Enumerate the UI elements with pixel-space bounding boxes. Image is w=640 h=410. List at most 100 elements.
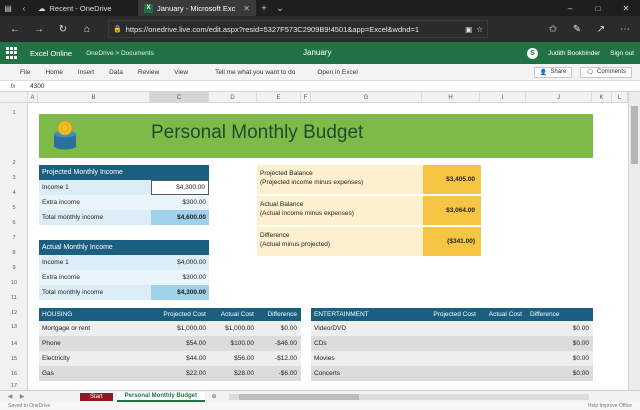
difference-value[interactable]: ($341.00)	[423, 227, 481, 256]
column-header[interactable]: D	[209, 92, 257, 103]
app-name[interactable]: Excel Online	[30, 49, 72, 58]
next-sheet-icon[interactable]: ▶	[18, 393, 26, 400]
forward-arrow-icon[interactable]: →	[28, 19, 50, 39]
formula-input[interactable]: 4300	[26, 83, 44, 90]
table-row[interactable]: CDs $0.00	[311, 336, 593, 351]
close-tab-icon[interactable]: ✕	[243, 4, 250, 13]
difference-label[interactable]: Difference (Actual minus projected)	[257, 227, 423, 256]
select-all-corner[interactable]	[0, 92, 28, 103]
row-header[interactable]: 15	[0, 348, 28, 363]
column-header[interactable]: H	[422, 92, 480, 103]
sheet-tab-start[interactable]: Start	[80, 392, 113, 401]
row-header[interactable]: 8	[0, 242, 28, 257]
maximize-icon[interactable]: □	[584, 0, 612, 16]
help-improve-link[interactable]: Help Improve Office	[588, 403, 632, 409]
row-header[interactable]: 5	[0, 197, 28, 212]
open-in-excel-button[interactable]: Open in Excel	[317, 69, 357, 76]
menu-data[interactable]: Data	[109, 69, 123, 76]
breadcrumb[interactable]: OneDrive > Documents	[86, 50, 154, 57]
table-row[interactable]: Income 1 $4,000.00	[39, 255, 209, 270]
horizontal-scrollbar[interactable]	[229, 393, 590, 400]
worksheet-grid[interactable]: A B C D E F G H I J K L 1 2 3 4 5 6 7 8 …	[0, 92, 628, 390]
table-row[interactable]: Total monthly income $4,300.00	[39, 285, 209, 300]
menu-home[interactable]: Home	[45, 69, 62, 76]
table-row[interactable]: Extra income $300.00	[39, 195, 209, 210]
column-header[interactable]: C	[150, 92, 209, 103]
add-sheet-icon[interactable]: ⊕	[209, 393, 219, 400]
row-value[interactable]: $300.00	[151, 270, 209, 285]
table-row[interactable]: Total monthly income $4,600.00	[39, 210, 209, 225]
more-menu-icon[interactable]: ⋯	[614, 19, 636, 39]
column-header[interactable]: E	[257, 92, 301, 103]
actual-income-header[interactable]: Actual Monthly Income	[39, 240, 209, 255]
row-header[interactable]: 10	[0, 272, 28, 287]
projected-balance-label[interactable]: Projected Balance (Projected income minu…	[257, 165, 423, 194]
table-row[interactable]: Extra income $300.00	[39, 270, 209, 285]
share-button[interactable]: 👤 Share	[533, 66, 573, 78]
total-value[interactable]: $4,600.00	[151, 210, 209, 225]
table-row[interactable]: Electricity $44.00 $56.00 -$12.00	[39, 351, 301, 366]
table-row[interactable]: Income 1 $4,300.00	[39, 180, 209, 195]
row-header[interactable]: 6	[0, 212, 28, 227]
favorites-hub-icon[interactable]: ✩	[542, 19, 564, 39]
back-tabs-icon[interactable]: ‹	[16, 0, 32, 16]
reading-view-icon[interactable]: ▣	[465, 25, 472, 34]
comments-button[interactable]: 🗨 Comments	[580, 66, 632, 78]
column-header[interactable]: A	[28, 92, 38, 103]
column-header[interactable]: K	[592, 92, 612, 103]
vertical-scrollbar[interactable]	[628, 92, 640, 390]
app-launcher-icon[interactable]	[6, 47, 18, 59]
row-value[interactable]: $4,000.00	[151, 255, 209, 270]
scrollbar-thumb[interactable]	[631, 106, 638, 164]
scrollbar-thumb[interactable]	[239, 393, 360, 400]
selected-cell[interactable]: $4,300.00	[151, 180, 209, 195]
housing-header[interactable]: HOUSING Projected Cost Actual Cost Diffe…	[39, 308, 301, 321]
url-input[interactable]: 🔒 https://onedrive.live.com/edit.aspx?re…	[108, 20, 488, 38]
row-header[interactable]: 12	[0, 302, 28, 317]
table-row[interactable]: Movies $0.00	[311, 351, 593, 366]
menu-insert[interactable]: Insert	[78, 69, 94, 76]
back-arrow-icon[interactable]: ←	[4, 19, 26, 39]
column-header[interactable]: F	[301, 92, 311, 103]
actual-balance-value[interactable]: $3,064.00	[423, 196, 481, 225]
row-header[interactable]: 1	[0, 103, 28, 117]
tab-january-excel[interactable]: X January - Microsoft Exc ✕	[138, 0, 256, 16]
total-value[interactable]: $4,300.00	[151, 285, 209, 300]
menu-file[interactable]: File	[20, 69, 30, 76]
new-tab-icon[interactable]: +	[256, 0, 272, 16]
row-header[interactable]: 11	[0, 287, 28, 302]
prev-sheet-icon[interactable]: ◀	[6, 393, 14, 400]
row-header[interactable]: 17	[0, 378, 28, 390]
table-row[interactable]: Gas $22.00 $28.00 -$6.00	[39, 366, 301, 381]
entertainment-header[interactable]: ENTERTAINMENT Projected Cost Actual Cost…	[311, 308, 593, 321]
table-row[interactable]: Video/DVD $0.00	[311, 321, 593, 336]
row-header[interactable]: 13	[0, 317, 28, 331]
tab-actions-icon[interactable]: ▤	[0, 0, 16, 16]
column-header[interactable]: J	[526, 92, 592, 103]
home-icon[interactable]: ⌂	[76, 19, 98, 39]
row-value[interactable]: $300.00	[151, 195, 209, 210]
skype-icon[interactable]: S	[527, 47, 539, 59]
menu-view[interactable]: View	[174, 69, 188, 76]
close-window-icon[interactable]: ✕	[612, 0, 640, 16]
row-header[interactable]: 3	[0, 167, 28, 182]
column-header[interactable]: B	[38, 92, 150, 103]
tab-list-chevron-icon[interactable]: ⌄	[272, 0, 288, 16]
row-header[interactable]: 4	[0, 182, 28, 197]
refresh-icon[interactable]: ↻	[52, 19, 74, 39]
row-header[interactable]: 14	[0, 331, 28, 348]
column-header[interactable]: I	[480, 92, 526, 103]
projected-balance-value[interactable]: $3,405.00	[423, 165, 481, 194]
tab-recent-onedrive[interactable]: ☁ Recent - OneDrive	[32, 0, 138, 16]
column-header[interactable]: G	[311, 92, 422, 103]
share-page-icon[interactable]: ↗	[590, 19, 612, 39]
table-row[interactable]: Mortgage or rent $1,000.00 $1,000.00 $0.…	[39, 321, 301, 336]
web-note-icon[interactable]: ✎	[566, 19, 588, 39]
actual-balance-label[interactable]: Actual Balance (Actual income minus expe…	[257, 196, 423, 225]
function-icon[interactable]: fx	[0, 83, 26, 90]
row-header[interactable]: 2	[0, 117, 28, 167]
column-header[interactable]: L	[612, 92, 628, 103]
sheet-tab-personal-monthly-budget[interactable]: Personal Monthly Budget	[116, 391, 206, 402]
row-header[interactable]: 16	[0, 363, 28, 378]
projected-income-header[interactable]: Projected Monthly Income	[39, 165, 209, 180]
